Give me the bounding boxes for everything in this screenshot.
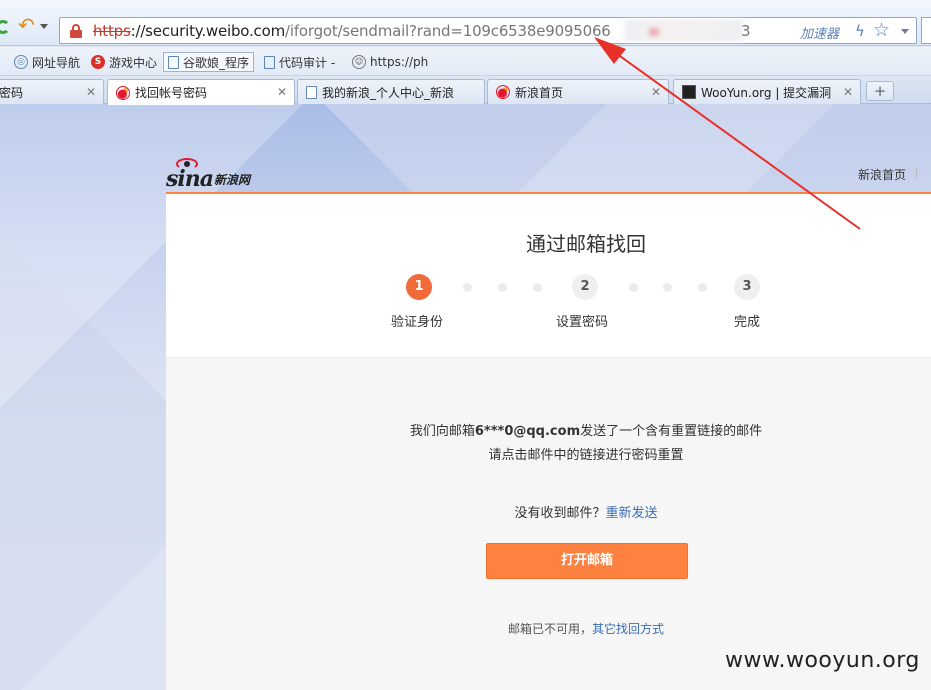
sent-message: 我们向邮箱6***0@qq.com发送了一个含有重置链接的邮件 [166,420,931,439]
tab-label: 密码 [0,85,24,100]
tab-recover-account[interactable]: 找回帐号密码 ✕ [107,79,295,105]
bookmark-games[interactable]: S 游戏中心 [91,53,157,71]
undo-arrow-icon[interactable]: ↶ [18,15,35,35]
open-mailbox-button[interactable]: 打开邮箱 [486,543,688,579]
tab-my-sina[interactable]: 我的新浪_个人中心_新浪 [297,79,485,104]
wooyun-icon [682,85,696,99]
close-icon[interactable]: ✕ [651,85,661,99]
bookmark-label: 网址导航 [32,55,81,70]
other-recovery-link[interactable]: 其它找回方式 [592,622,664,636]
watermark: www.wooyun.org [725,648,920,673]
tab-strip: 密码 ✕ 找回帐号密码 ✕ 我的新浪_个人中心_新浪 新浪首页 ✕ WooYun… [0,77,931,105]
message-suffix: 发送了一个含有重置链接的邮件 [580,424,763,439]
bookmark-label: 代码审计 - [279,55,336,70]
resend-prefix: 没有收到邮件？ [514,506,606,521]
url-tail: 3 [741,22,751,40]
bolt-icon[interactable]: ϟ [855,22,865,40]
alt-prefix: 邮箱已不可用， [507,622,592,636]
step-dot [498,283,507,292]
url-text[interactable]: https://security.weibo.com/iforgot/sendm… [93,22,611,40]
tab-sina-home[interactable]: 新浪首页 ✕ [487,79,669,104]
bookmark-label: 谷歌娘_程序 [183,55,250,70]
step-dot [533,283,542,292]
bookmark-label: https://ph [370,55,429,69]
sina-home-link[interactable]: 新浪首页 [858,166,906,183]
logo-text: sina [166,166,214,192]
weibo-icon [496,85,510,99]
new-tab-button[interactable]: + [866,81,894,101]
card-header: 通过邮箱找回 1 2 3 验证身份 设置密码 完成 [166,194,931,358]
page-viewport: sina 新浪网 新浪首页 通过邮箱找回 1 2 3 验证身份 设置密码 完成 … [0,104,931,690]
step-dot [463,283,472,292]
tab-wooyun[interactable]: WooYun.org | 提交漏洞 ✕ [673,79,861,104]
bookmarks-bar: ◎ 网址导航 S 游戏中心 谷歌娘_程序 代码审计 - ☺ https://ph [0,47,931,76]
page-icon [306,85,317,99]
back-history-dropdown-icon[interactable] [40,24,48,29]
header-divider [916,167,917,179]
address-toolbar: ↶ https://security.weibo.com/iforgot/sen… [0,0,931,46]
step-2-number: 2 [572,274,598,300]
url-dropdown-icon[interactable] [901,29,909,34]
refresh-icon[interactable] [0,20,10,34]
bookmark-label: 游戏中心 [109,55,158,70]
step-3-label: 完成 [734,315,761,330]
tab-label: 找回帐号密码 [135,86,208,100]
doc-icon [168,55,179,69]
step-1-number: 1 [406,274,432,300]
page-title: 通过邮箱找回 [526,232,646,256]
step-dot [629,283,638,292]
masked-email: 6***0@qq.com [474,424,581,439]
resend-link[interactable]: 重新发送 [606,506,658,521]
alternative-row: 邮箱已不可用，其它找回方式 [166,620,931,637]
message-prefix: 我们向邮箱 [409,424,475,439]
bookmark-google-girl[interactable]: 谷歌娘_程序 [163,52,255,72]
step-3-number: 3 [734,274,760,300]
logo-cn: 新浪网 [214,173,251,187]
search-box-edge[interactable] [921,17,931,44]
broken-lock-icon[interactable] [70,24,82,38]
sina-eye-icon [176,158,198,170]
accelerator-button[interactable]: 加速器 [800,23,839,42]
step-1-label: 验证身份 [391,315,444,330]
url-path: /iforgot/sendmail?rand=109c6538e9095066 [285,22,611,40]
url-host: ://security.weibo.com [130,22,286,40]
sina-logo[interactable]: sina 新浪网 [166,158,251,192]
weibo-icon [116,85,130,100]
step-2-label: 设置密码 [556,315,609,330]
face-icon: ☺ [352,55,366,69]
step-dot [698,283,707,292]
resend-row: 没有收到邮件？重新发送 [166,502,931,521]
doc-icon [264,55,275,69]
recovery-card: 通过邮箱找回 1 2 3 验证身份 设置密码 完成 我们向邮箱6***0@qq.… [166,192,931,690]
globe-icon: ◎ [14,55,28,69]
tab-label: 新浪首页 [515,85,564,100]
tab-password[interactable]: 密码 ✕ [0,79,104,104]
close-icon[interactable]: ✕ [86,85,96,99]
instruction-message: 请点击邮件中的链接进行密码重置 [488,448,684,463]
redacted-url-region [625,19,743,42]
bookmark-nav[interactable]: ◎ 网址导航 [14,53,80,71]
url-scheme: https [93,22,131,40]
tab-label: 我的新浪_个人中心_新浪 [322,85,455,100]
close-icon[interactable]: ✕ [843,85,853,99]
game-icon: S [91,55,105,69]
close-icon[interactable]: ✕ [277,85,287,99]
tab-label: WooYun.org | 提交漏洞 [701,85,832,100]
step-dot [663,283,672,292]
bookmark-code-audit[interactable]: 代码审计 - [264,53,335,71]
star-icon[interactable]: ☆ [873,19,890,41]
sina-header: sina 新浪网 新浪首页 [166,154,931,194]
bookmark-https-ph[interactable]: ☺ https://ph [352,53,428,71]
url-bar[interactable]: https://security.weibo.com/iforgot/sendm… [59,17,917,44]
